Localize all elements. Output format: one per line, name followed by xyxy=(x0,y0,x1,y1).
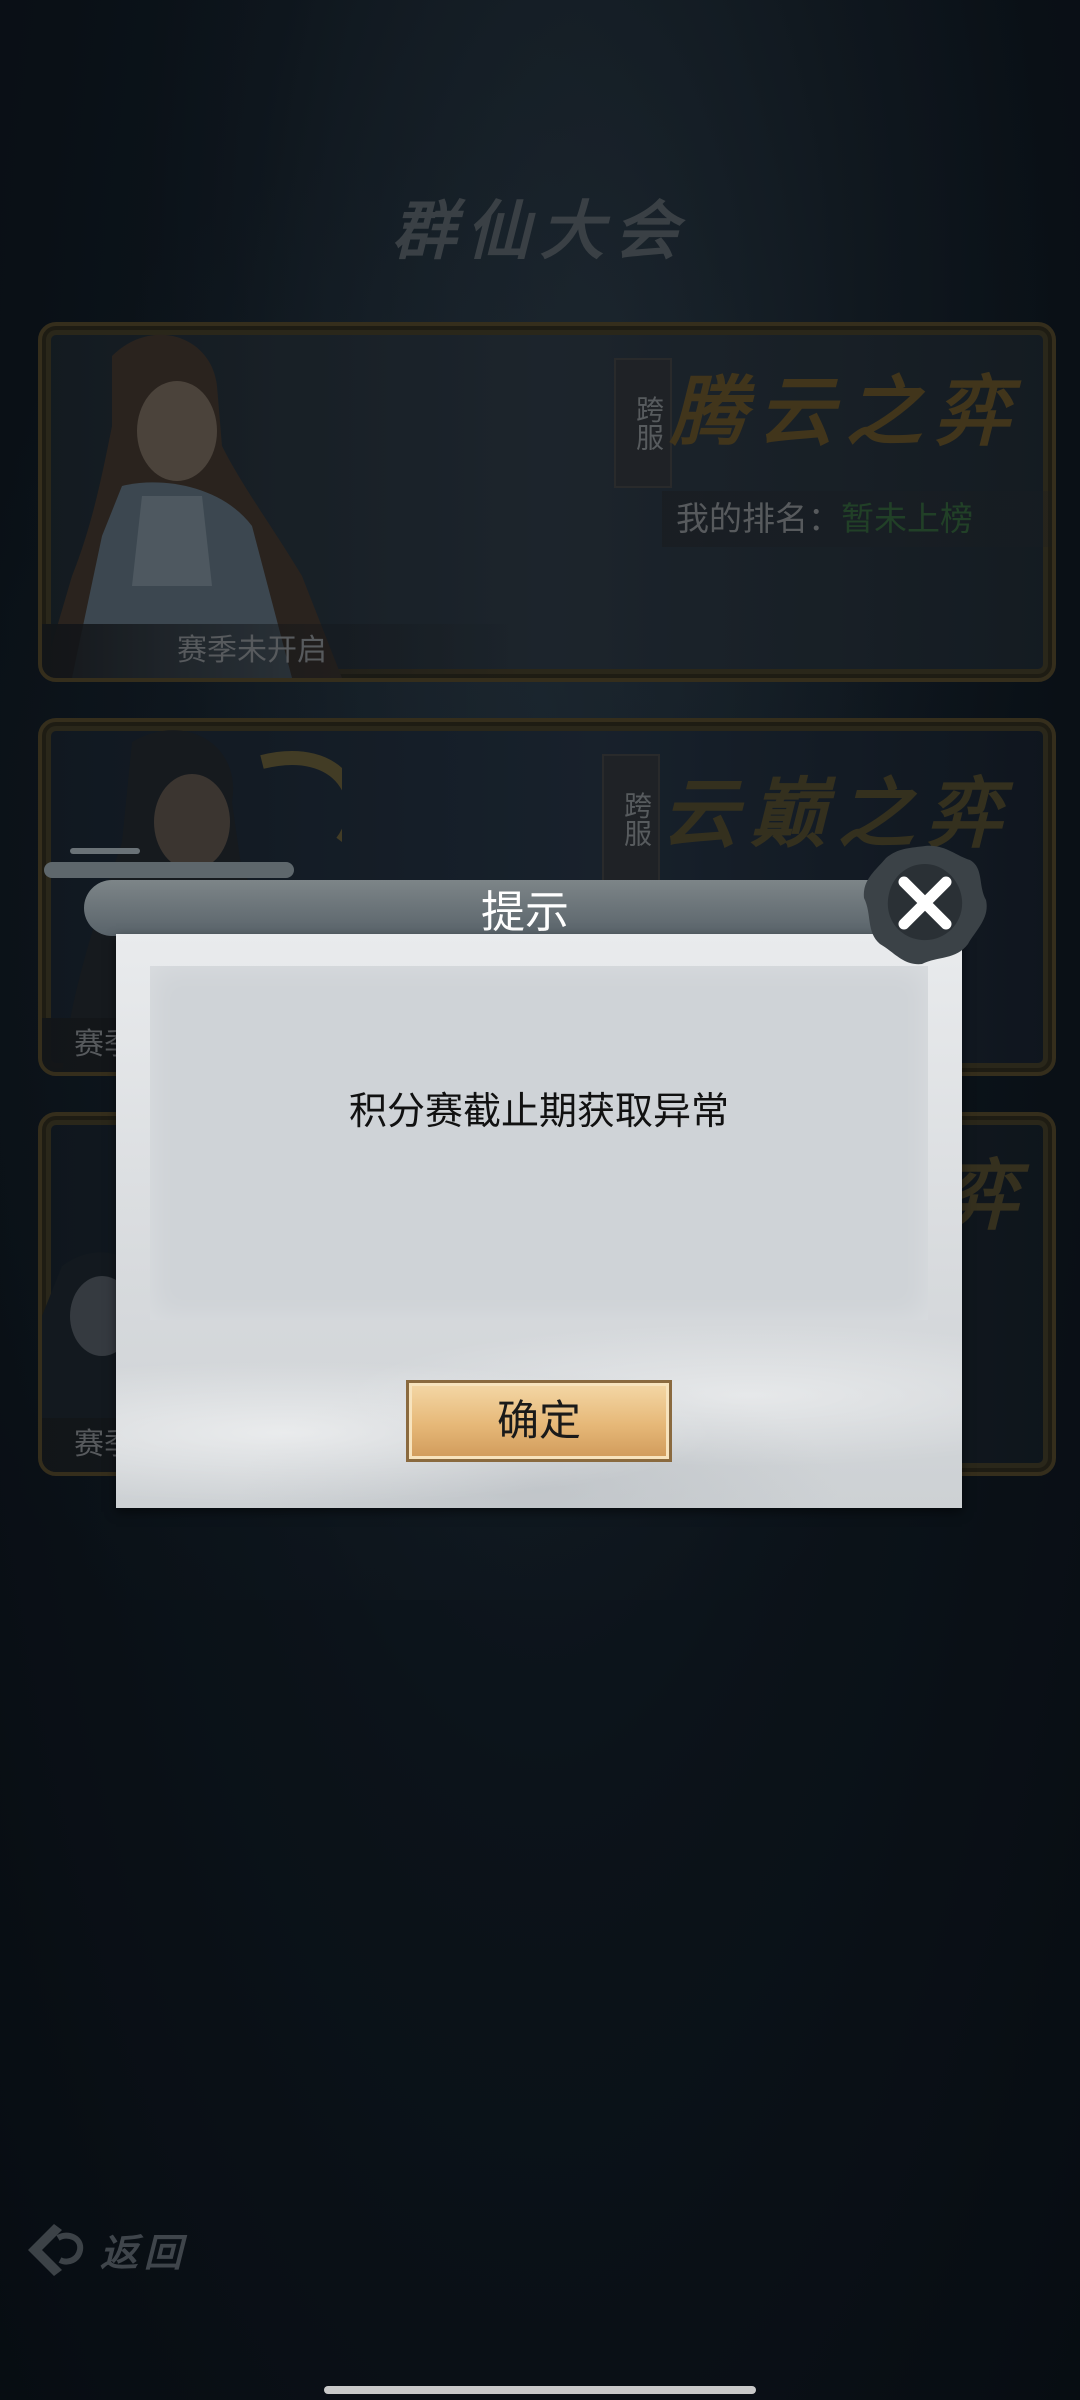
confirm-button[interactable]: 确定 xyxy=(406,1380,672,1462)
brush-decoration xyxy=(70,848,140,854)
brush-decoration xyxy=(44,862,294,878)
message-panel xyxy=(150,966,928,1320)
screen: 群仙大会 跨服 腾云之弈 我的排名：暂未上榜 赛季未开启 跨服 云巅之弈 赛季 … xyxy=(0,0,1080,2400)
home-indicator[interactable] xyxy=(324,2386,756,2394)
close-button[interactable] xyxy=(860,838,990,968)
dialog-message: 积分赛截止期获取异常 xyxy=(348,1089,729,1133)
close-icon xyxy=(863,845,987,965)
